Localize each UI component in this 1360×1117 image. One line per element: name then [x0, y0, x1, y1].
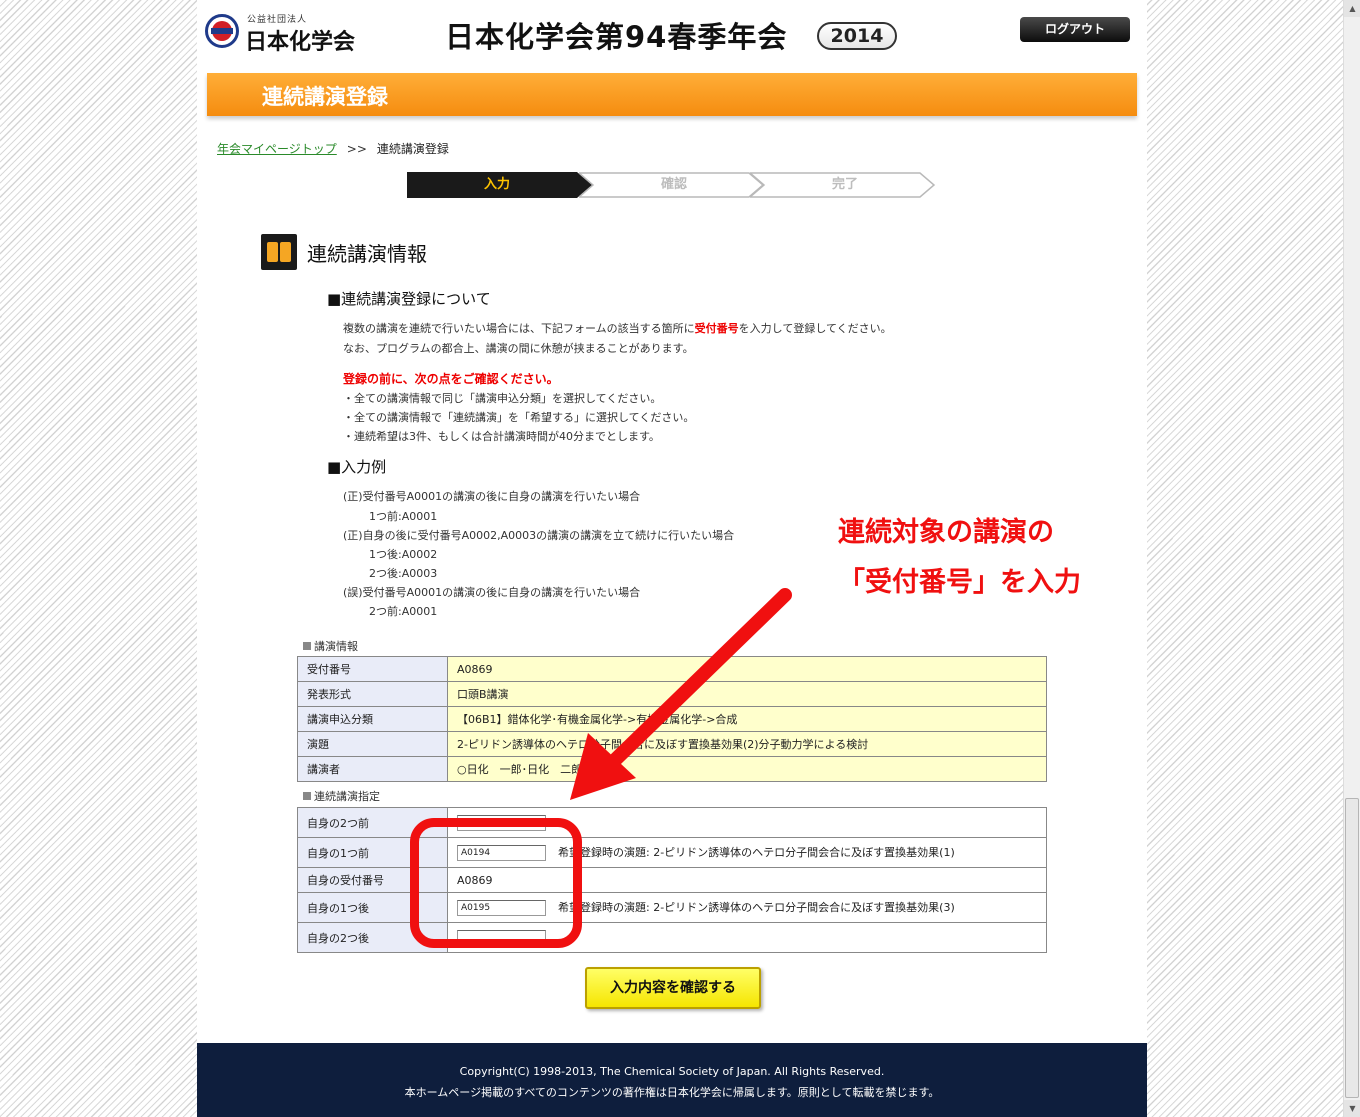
row-value: ○日化 一郎･日化 二郎 — [447, 756, 1047, 782]
check-item-2: ・全ての講演情報で「連続講演」を「希望する」に選択してください。 — [343, 411, 695, 424]
row-value: 口頭B講演 — [447, 681, 1047, 707]
step-indicator: 入力 確認 完了 — [407, 172, 937, 198]
about-line-2: なお、プログラムの都合上、講演の間に休憩が挟まることがあります。 — [343, 342, 694, 355]
one-before-note: 希望登録時の演題: 2-ピリドン誘導体のヘテロ分子間会合に及ぼす置換基効果(1) — [558, 846, 955, 859]
year-badge: 2014 — [817, 22, 897, 50]
breadcrumb: 年会マイページトップ >> 連続講演登録 — [217, 140, 449, 157]
example-3-answer: 2つ前:A0001 — [369, 605, 438, 618]
check-item-1: ・全ての講演情報で同じ「講演申込分類」を選択してください。 — [343, 392, 662, 405]
sequence-label: 連続講演指定 — [303, 788, 380, 804]
page-title: 連続講演登録 — [262, 85, 388, 109]
logout-button[interactable]: ログアウト — [1020, 17, 1130, 42]
about-line-1: 複数の講演を連続で行いたい場合には、下記フォームの該当する箇所に受付番号を入力し… — [343, 322, 892, 335]
breadcrumb-separator: >> — [346, 142, 367, 156]
table-row: 講演申込分類 【06B1】錯体化学･有機金属化学->有機金属化学->合成 — [297, 706, 1047, 732]
step-complete-label: 完了 — [831, 177, 858, 192]
step-complete: 完了 — [750, 172, 940, 198]
scroll-thumb[interactable] — [1345, 798, 1359, 1098]
row-value: 2-ピリドン誘導体のヘテロ分子間会合に及ぼす置換基効果(2)分子動力学による検討 — [447, 731, 1047, 757]
breadcrumb-home-link[interactable]: 年会マイページトップ — [217, 142, 337, 156]
confirm-input-button[interactable]: 入力内容を確認する — [585, 967, 761, 1009]
example-1-answer: 1つ前:A0001 — [369, 510, 438, 523]
row-value: A0869 — [447, 656, 1047, 682]
step-input: 入力 — [407, 172, 597, 198]
step-confirm-label: 確認 — [660, 177, 687, 192]
footer-copyright: Copyright(C) 1998-2013, The Chemical Soc… — [459, 1065, 885, 1078]
one-after-note: 希望登録時の演題: 2-ピリドン誘導体のヘテロ分子間会合に及ぼす置換基効果(3) — [558, 901, 955, 914]
row-key: 講演者 — [297, 756, 448, 782]
example-2-answer-a: 1つ後:A0002 — [369, 548, 438, 561]
table-row: 講演者 ○日化 一郎･日化 二郎 — [297, 756, 1047, 782]
example-heading: ■入力例 — [327, 458, 387, 476]
section-title: 連続講演情報 — [307, 242, 427, 266]
about-heading: ■連続講演登録について — [327, 290, 491, 308]
example-2: (正)自身の後に受付番号A0002,A0003の講演の講演を立て続けに行いたい場… — [343, 529, 735, 542]
site-title: 日本化学会第94春季年会 — [445, 20, 788, 54]
lecture-info-label: 講演情報 — [303, 638, 358, 654]
page-container: 公益社団法人 日本化学会 日本化学会第94春季年会 2014 ログアウト 連続講… — [197, 0, 1147, 1117]
row-key: 受付番号 — [297, 656, 448, 682]
example-2-answer-b: 2つ後:A0003 — [369, 567, 438, 580]
lecture-info-table: 受付番号 A0869 発表形式 口頭B講演 講演申込分類 【06B1】錯体化学･有機金… — [297, 656, 1047, 782]
example-3: (誤)受付番号A0001の講演の後に自身の講演を行いたい場合 — [343, 586, 641, 599]
scroll-down-arrow-icon[interactable]: ▼ — [1344, 1100, 1360, 1117]
csj-emblem-icon — [205, 14, 239, 48]
breadcrumb-current: 連続講演登録 — [376, 142, 449, 156]
footer-notice: 本ホームページ掲載のすべてのコンテンツの著作権は日本化学会に帰属します。原則とし… — [404, 1086, 940, 1099]
example-1: (正)受付番号A0001の講演の後に自身の講演を行いたい場合 — [343, 490, 641, 503]
annotation-highlight-box — [410, 818, 582, 948]
row-key: 発表形式 — [297, 681, 448, 707]
logo-name: 日本化学会 — [245, 29, 356, 55]
table-row: 受付番号 A0869 — [297, 656, 1047, 682]
page-title-bar: 連続講演登録 — [207, 73, 1137, 116]
footer: Copyright(C) 1998-2013, The Chemical Soc… — [197, 1043, 1147, 1117]
book-icon — [261, 234, 297, 270]
csj-logo[interactable]: 公益社団法人 日本化学会 — [205, 12, 355, 55]
table-row: 演題 2-ピリドン誘導体のヘテロ分子間会合に及ぼす置換基効果(2)分子動力学による… — [297, 731, 1047, 757]
annotation-line-2: 「受付番号」を入力 — [838, 567, 1081, 598]
check-item-3: ・連続希望は3件、もしくは合計講演時間が40分までとします。 — [343, 430, 660, 443]
row-value: 【06B1】錯体化学･有機金属化学->有機金属化学->合成 — [447, 706, 1047, 732]
scroll-up-arrow-icon[interactable]: ▲ — [1344, 0, 1360, 17]
vertical-scrollbar[interactable]: ▲ ▼ — [1343, 0, 1360, 1117]
row-key: 演題 — [297, 731, 448, 757]
table-row: 発表形式 口頭B講演 — [297, 681, 1047, 707]
step-confirm: 確認 — [579, 172, 769, 198]
annotation-line-1: 連続対象の講演の — [838, 517, 1054, 548]
table-row: 自身の2つ前 — [297, 807, 1047, 838]
step-input-label: 入力 — [483, 177, 510, 192]
check-heading: 登録の前に、次の点をご確認ください。 — [343, 372, 559, 386]
row-key: 講演申込分類 — [297, 706, 448, 732]
